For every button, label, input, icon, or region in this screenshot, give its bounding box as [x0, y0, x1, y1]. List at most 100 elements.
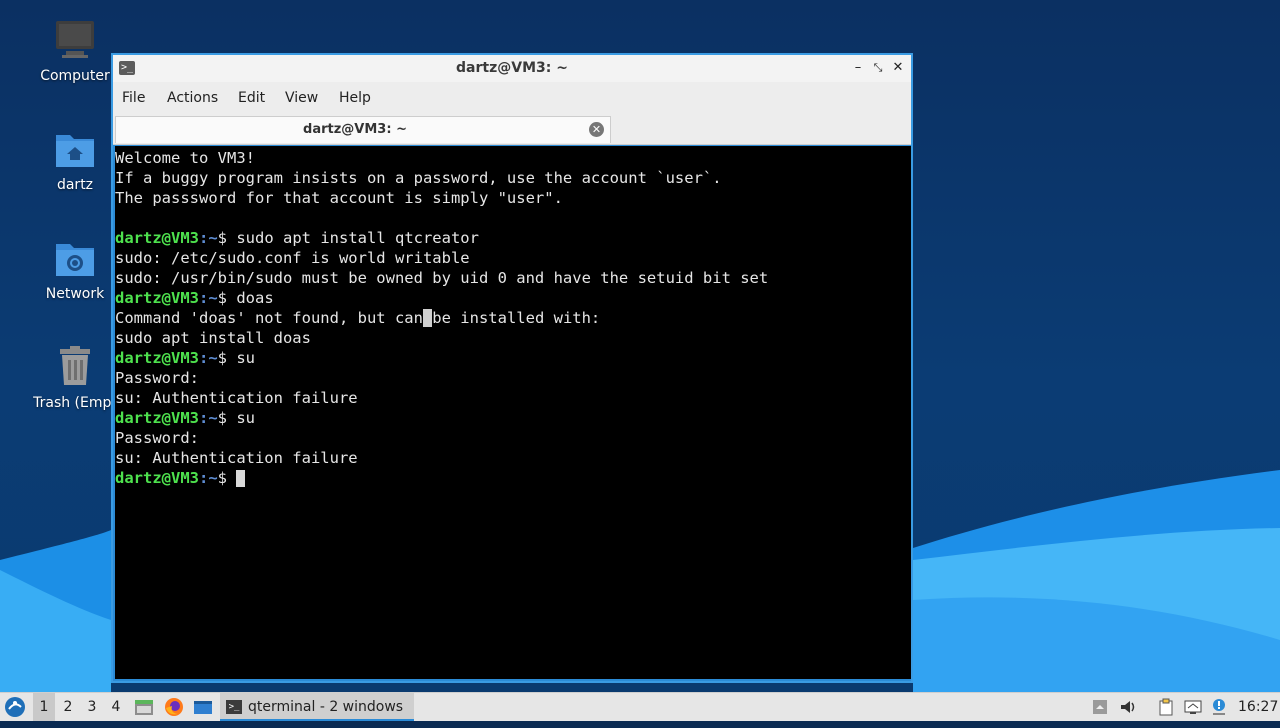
output-text: Password: [115, 429, 199, 447]
prompt-symbol: $ [217, 409, 237, 427]
output-text: Welcome to VM3! [115, 149, 255, 167]
desktop-icon-label: dartz [56, 177, 94, 193]
output-text: su: Authentication failure [115, 389, 358, 407]
terminal-line: Welcome to VM3! [115, 148, 911, 168]
prompt-path: :~ [199, 409, 218, 427]
workspace-1[interactable]: 1 [33, 693, 55, 721]
terminal-line: The passsword for that account is simply… [115, 188, 911, 208]
terminal-line: su: Authentication failure [115, 388, 911, 408]
command-text: su [236, 409, 256, 427]
desktop-icon-label: Network [45, 286, 105, 302]
home-folder-icon [52, 127, 98, 173]
terminal-line: sudo: /etc/sudo.conf is world writable [115, 248, 911, 268]
desktop-icon-label: Trash (Empt [33, 395, 117, 411]
command-text: sudo apt install qtcreator [236, 229, 479, 247]
clipboard-icon[interactable] [1157, 698, 1175, 716]
desktop-icon-trash[interactable]: Trash (Empt [25, 345, 125, 411]
output-text: su: Authentication failure [115, 449, 358, 467]
volume-icon[interactable] [1119, 698, 1137, 716]
terminal-output[interactable]: Welcome to VM3! If a buggy program insist… [115, 146, 911, 679]
firefox-launcher[interactable] [164, 693, 184, 721]
terminal-task-icon: >_ [226, 700, 242, 714]
terminal-line: dartz@VM3:~$ doas [115, 288, 911, 308]
output-text: If a buggy program insists on a password… [115, 169, 722, 187]
tab-bar: dartz@VM3: ~ ✕ [113, 114, 911, 145]
desktop-icon-dartz[interactable]: dartz [25, 127, 125, 193]
mouse-text-cursor [422, 309, 433, 327]
terminal-line: su: Authentication failure [115, 448, 911, 468]
output-text: sudo apt install doas [115, 329, 311, 347]
terminal-line: If a buggy program insists on a password… [115, 168, 911, 188]
prompt-path: :~ [199, 289, 218, 307]
command-text: su [236, 349, 256, 367]
clock[interactable]: 16:27 [1238, 693, 1278, 721]
terminal-line: dartz@VM3:~$ sudo apt install qtcreator [115, 228, 911, 248]
lubuntu-logo-icon [5, 697, 25, 717]
output-text: Password: [115, 369, 199, 387]
taskbar: 1 2 3 4 >_ qterminal - 2 windows 16:27 [0, 692, 1280, 721]
tab-terminal[interactable]: dartz@VM3: ~ ✕ [115, 116, 611, 143]
prompt-symbol: $ [217, 469, 237, 487]
workspace-4[interactable]: 4 [105, 693, 127, 721]
workspace-2[interactable]: 2 [57, 693, 79, 721]
menu-actions[interactable]: Actions [167, 90, 218, 106]
firefox-icon [165, 698, 183, 716]
prompt-symbol: $ [217, 349, 237, 367]
prompt-path: :~ [199, 349, 218, 367]
menu-help[interactable]: Help [339, 90, 371, 106]
network-folder-icon [52, 236, 98, 282]
notification-icon[interactable] [1210, 698, 1228, 716]
prompt-path: :~ [199, 469, 218, 487]
menu-edit[interactable]: Edit [238, 90, 265, 106]
maximize-button[interactable]: ⤡ [869, 59, 887, 77]
terminal-line: dartz@VM3:~$ su [115, 408, 911, 428]
prompt-user: dartz@VM3 [115, 229, 199, 247]
prompt-symbol: $ [217, 229, 237, 247]
start-menu-button[interactable] [4, 693, 28, 721]
desktop-launcher[interactable] [193, 693, 215, 721]
tab-label: dartz@VM3: ~ [303, 122, 407, 137]
show-desktop-icon [194, 701, 212, 714]
output-text: Command 'doas' not found, but can be ins… [115, 309, 601, 327]
menu-view[interactable]: View [285, 90, 318, 106]
output-text: The passsword for that account is simply… [115, 189, 563, 207]
task-label: qterminal - 2 windows [248, 699, 404, 715]
terminal-line: dartz@VM3:~$ su [115, 348, 911, 368]
close-button[interactable]: ✕ [889, 59, 907, 77]
prompt-user: dartz@VM3 [115, 349, 199, 367]
tab-close-icon[interactable]: ✕ [589, 122, 604, 137]
prompt-user: dartz@VM3 [115, 409, 199, 427]
terminal-window: >_ dartz@VM3: ~ – ⤡ ✕ File Actions Edit … [111, 53, 913, 683]
desktop-icon-label: Computer [40, 68, 110, 84]
computer-icon [52, 18, 98, 64]
command-text: doas [236, 289, 274, 307]
desktop-icon-computer[interactable]: Computer [25, 18, 125, 84]
terminal-line: Password: [115, 428, 911, 448]
text-cursor [236, 470, 246, 487]
terminal-line: dartz@VM3:~$ [115, 468, 911, 488]
output-text: sudo: /etc/sudo.conf is world writable [115, 249, 470, 267]
terminal-line: Password: [115, 368, 911, 388]
file-manager-icon [135, 700, 153, 715]
minimize-button[interactable]: – [849, 59, 867, 77]
prompt-symbol: $ [217, 289, 237, 307]
prompt-path: :~ [199, 229, 218, 247]
desktop-icon-network[interactable]: Network [25, 236, 125, 302]
trash-icon [52, 345, 98, 391]
taskbar-task-qterminal[interactable]: >_ qterminal - 2 windows [220, 693, 414, 721]
terminal-line: Command 'doas' not found, but can be ins… [115, 308, 911, 328]
prompt-user: dartz@VM3 [115, 469, 199, 487]
window-title: dartz@VM3: ~ [456, 60, 568, 76]
terminal-line: sudo apt install doas [115, 328, 911, 348]
workspace-3[interactable]: 3 [81, 693, 103, 721]
menu-file[interactable]: File [122, 90, 145, 106]
terminal-line: sudo: /usr/bin/sudo must be owned by uid… [115, 268, 911, 288]
network-status-icon[interactable] [1184, 698, 1202, 716]
prompt-user: dartz@VM3 [115, 289, 199, 307]
tray-expand-icon[interactable] [1091, 698, 1109, 716]
window-titlebar[interactable]: >_ dartz@VM3: ~ – ⤡ ✕ [113, 55, 911, 82]
output-text: sudo: /usr/bin/sudo must be owned by uid… [115, 269, 769, 287]
menubar: File Actions Edit View Help [113, 82, 911, 114]
file-manager-launcher[interactable] [134, 693, 154, 721]
